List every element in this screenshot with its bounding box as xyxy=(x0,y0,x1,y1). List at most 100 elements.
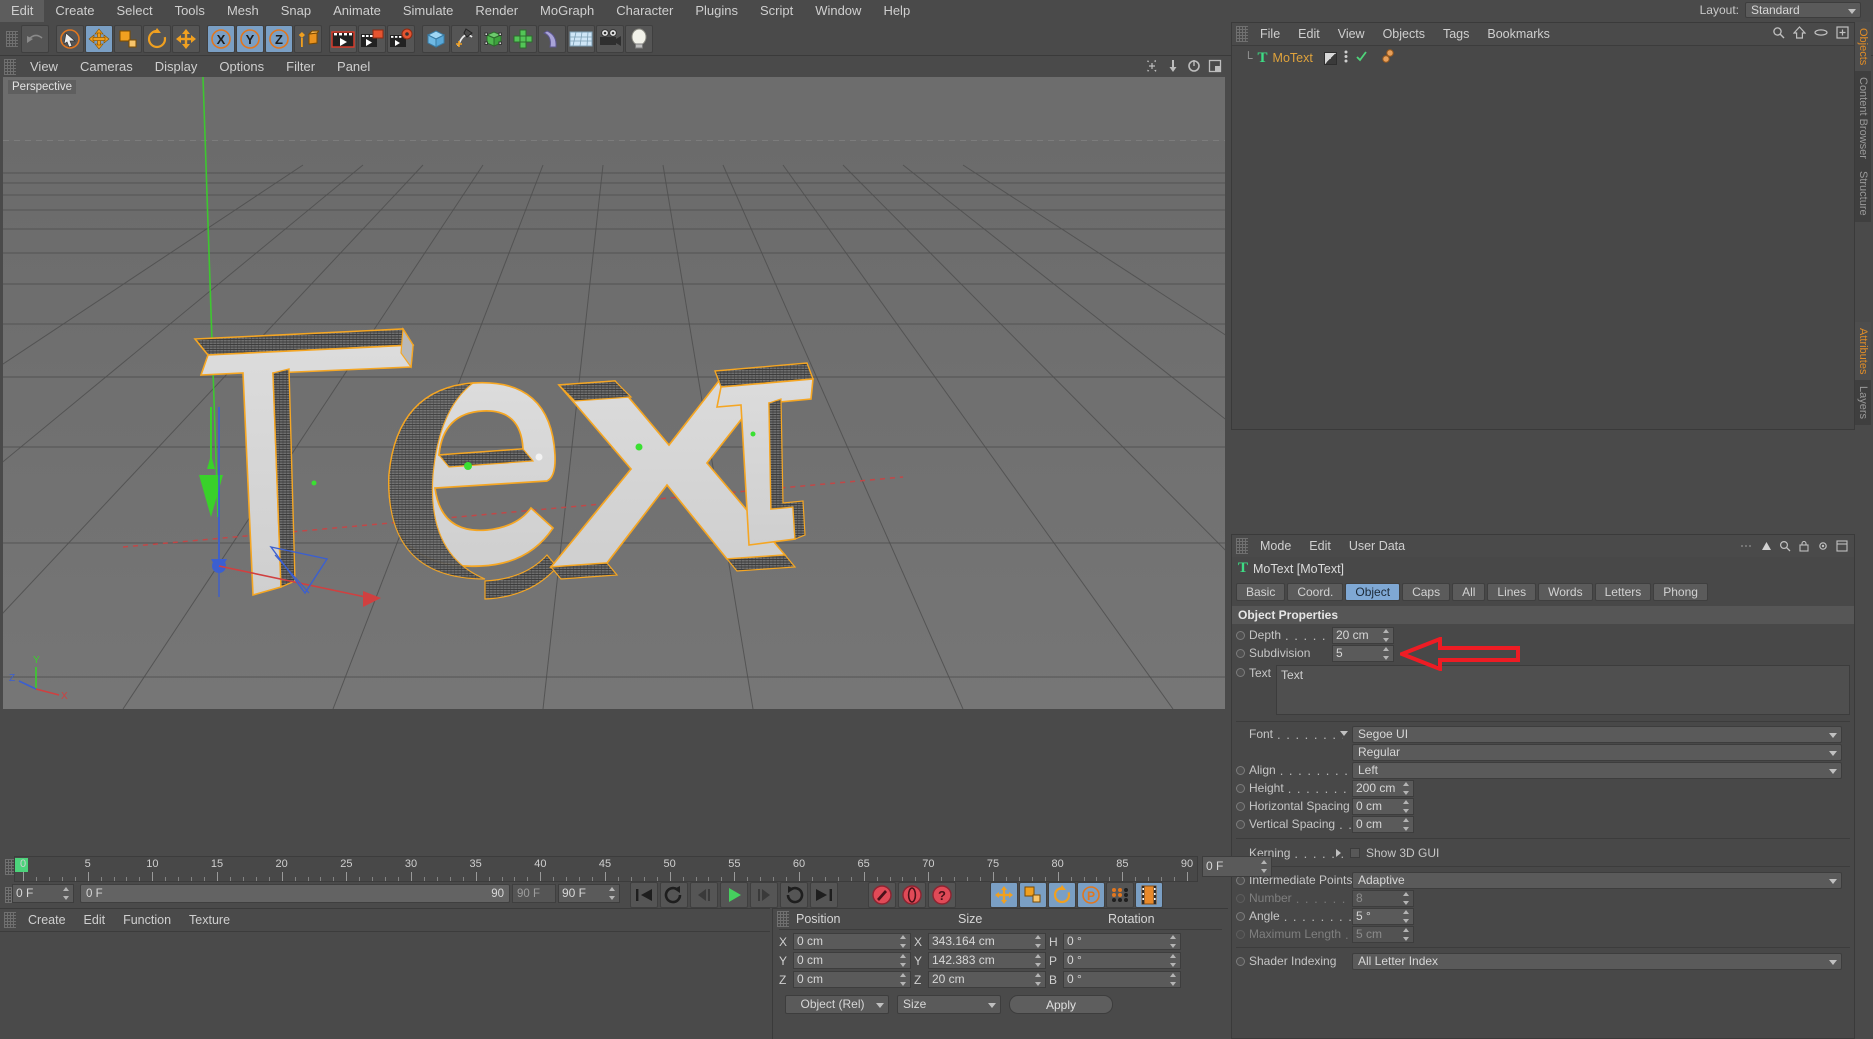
menu-edit[interactable]: Edit xyxy=(0,0,45,22)
material-manager-body[interactable] xyxy=(0,932,770,1037)
height-stepper[interactable] xyxy=(1403,781,1411,795)
deformer-icon[interactable] xyxy=(538,24,566,53)
vertical-spacing-field[interactable]: 0 cm xyxy=(1352,815,1414,833)
viewport-menu-options[interactable]: Options xyxy=(208,56,275,78)
mograph-object-icon[interactable] xyxy=(1381,49,1396,67)
material-manager-grip[interactable] xyxy=(4,912,16,928)
vtab-layers[interactable]: Layers xyxy=(1855,380,1871,426)
menu-select[interactable]: Select xyxy=(105,0,163,22)
shader-animate-dot[interactable] xyxy=(1236,956,1245,966)
search-icon[interactable] xyxy=(1779,540,1791,552)
objmgr-menu-tags[interactable]: Tags xyxy=(1434,23,1478,45)
font-dropdown[interactable]: Segoe UI xyxy=(1352,725,1842,743)
objmgr-menu-view[interactable]: View xyxy=(1329,23,1374,45)
horizontal-spacing-field[interactable]: 0 cm xyxy=(1352,797,1414,815)
prev-key-icon[interactable] xyxy=(660,882,688,908)
size-y-field[interactable]: 142.383 cm xyxy=(928,952,1046,969)
camera-icon[interactable] xyxy=(596,24,624,53)
layout-dropdown[interactable]: Standard xyxy=(1745,2,1861,18)
font-style-dropdown[interactable]: Regular xyxy=(1352,743,1842,761)
menu-animate[interactable]: Animate xyxy=(322,0,392,22)
size-x-field[interactable]: 343.164 cm xyxy=(928,933,1046,950)
undo-icon[interactable] xyxy=(21,24,49,53)
environment-icon[interactable] xyxy=(567,24,595,53)
position-x-field[interactable]: 0 cm xyxy=(793,933,911,950)
apply-button[interactable]: Apply xyxy=(1009,995,1113,1014)
intermediate-points-dropdown[interactable]: Adaptive xyxy=(1352,871,1842,889)
timeline-ruler[interactable]: 0 5 10 15 20 25 30 35 40 45 50 55 60 65 70 75 80 85 90 xyxy=(14,856,1198,882)
position-y-field[interactable]: 0 cm xyxy=(793,952,911,969)
home-icon[interactable] xyxy=(1793,26,1806,39)
gear-icon[interactable] xyxy=(1817,540,1829,552)
font-chevron-down-icon[interactable] xyxy=(1340,731,1348,736)
pla-key-icon[interactable] xyxy=(1106,882,1134,908)
object-tree-item[interactable]: └ T MoText xyxy=(1232,46,1854,70)
rotate-icon[interactable] xyxy=(143,24,171,53)
text-animate-dot[interactable] xyxy=(1236,668,1245,677)
nav-back-icon[interactable] xyxy=(1740,541,1754,551)
play-icon[interactable] xyxy=(720,882,748,908)
depth-animate-dot[interactable] xyxy=(1236,630,1245,640)
height-field[interactable]: 200 cm xyxy=(1352,779,1414,797)
keyframe-selection-icon[interactable]: ? xyxy=(928,882,956,908)
array-icon[interactable] xyxy=(509,24,537,53)
size-x-stepper[interactable] xyxy=(1035,935,1043,948)
align-dropdown[interactable]: Left xyxy=(1352,761,1842,779)
menu-window[interactable]: Window xyxy=(804,0,872,22)
timeline-range-slider[interactable]: 0 F 90 xyxy=(80,884,510,903)
coordinate-mode-dropdown[interactable]: Object (Rel) xyxy=(785,995,889,1014)
step-forward-icon[interactable] xyxy=(750,882,778,908)
range-end-field[interactable]: 90 F xyxy=(558,884,620,903)
rotation-key-icon[interactable] xyxy=(1048,882,1076,908)
matmgr-menu-create[interactable]: Create xyxy=(19,909,75,931)
subdivision-stepper[interactable] xyxy=(1383,646,1391,660)
position-z-stepper[interactable] xyxy=(900,973,908,986)
rotation-b-field[interactable]: 0 ° xyxy=(1063,971,1181,988)
viewport-menu-view[interactable]: View xyxy=(19,56,69,78)
range-end-stepper[interactable] xyxy=(609,887,617,900)
vtab-attributes[interactable]: Attributes xyxy=(1855,321,1871,381)
toolbar-grip[interactable] xyxy=(6,30,18,47)
rotation-h-field[interactable]: 0 ° xyxy=(1063,933,1181,950)
render-settings-icon[interactable] xyxy=(387,24,415,53)
menu-snap[interactable]: Snap xyxy=(270,0,322,22)
depth-stepper[interactable] xyxy=(1383,628,1391,642)
vspacing-animate-dot[interactable] xyxy=(1236,819,1245,829)
position-y-stepper[interactable] xyxy=(900,954,908,967)
current-frame-field[interactable]: 0 F xyxy=(12,884,74,903)
tab-object[interactable]: Object xyxy=(1345,583,1401,601)
viewport-3d-canvas[interactable]: Perspective Y X Z xyxy=(3,77,1225,709)
subdivision-animate-dot[interactable] xyxy=(1236,648,1245,658)
step-back-icon[interactable] xyxy=(690,882,718,908)
nurbs-icon[interactable] xyxy=(480,24,508,53)
size-mode-dropdown[interactable]: Size xyxy=(897,995,1001,1014)
menu-help[interactable]: Help xyxy=(872,0,921,22)
range-end-label-box[interactable]: 90 F xyxy=(512,884,556,903)
angle-field[interactable]: 5 ° xyxy=(1352,907,1414,925)
go-to-start-icon[interactable] xyxy=(630,882,658,908)
subdivision-field[interactable]: 5 xyxy=(1332,644,1394,662)
attrmgr-menu-edit[interactable]: Edit xyxy=(1300,535,1340,557)
text-textarea[interactable]: Text xyxy=(1276,665,1850,715)
matmgr-menu-function[interactable]: Function xyxy=(114,909,180,931)
viewport-move-icon[interactable] xyxy=(1145,59,1159,73)
objmgr-menu-edit[interactable]: Edit xyxy=(1289,23,1329,45)
check-tag[interactable] xyxy=(1355,50,1368,66)
scale-icon[interactable] xyxy=(114,24,142,53)
caret-up-icon[interactable] xyxy=(1761,541,1772,552)
tab-all[interactable]: All xyxy=(1452,583,1486,601)
lock-icon[interactable] xyxy=(1798,540,1810,552)
cube-primitive-icon[interactable] xyxy=(422,24,450,53)
current-frame-stepper-right[interactable] xyxy=(1261,860,1269,873)
vtab-objects[interactable]: Objects xyxy=(1855,22,1871,72)
rotation-h-stepper[interactable] xyxy=(1170,935,1178,948)
viewport-maximize-icon[interactable] xyxy=(1208,59,1222,73)
position-x-stepper[interactable] xyxy=(900,935,908,948)
tab-phong[interactable]: Phong xyxy=(1653,583,1708,601)
matmgr-menu-edit[interactable]: Edit xyxy=(75,909,115,931)
objmgr-menu-file[interactable]: File xyxy=(1251,23,1289,45)
size-y-stepper[interactable] xyxy=(1035,954,1043,967)
move-icon[interactable] xyxy=(85,24,113,53)
vtab-structure[interactable]: Structure xyxy=(1855,165,1871,222)
tab-letters[interactable]: Letters xyxy=(1594,583,1652,601)
